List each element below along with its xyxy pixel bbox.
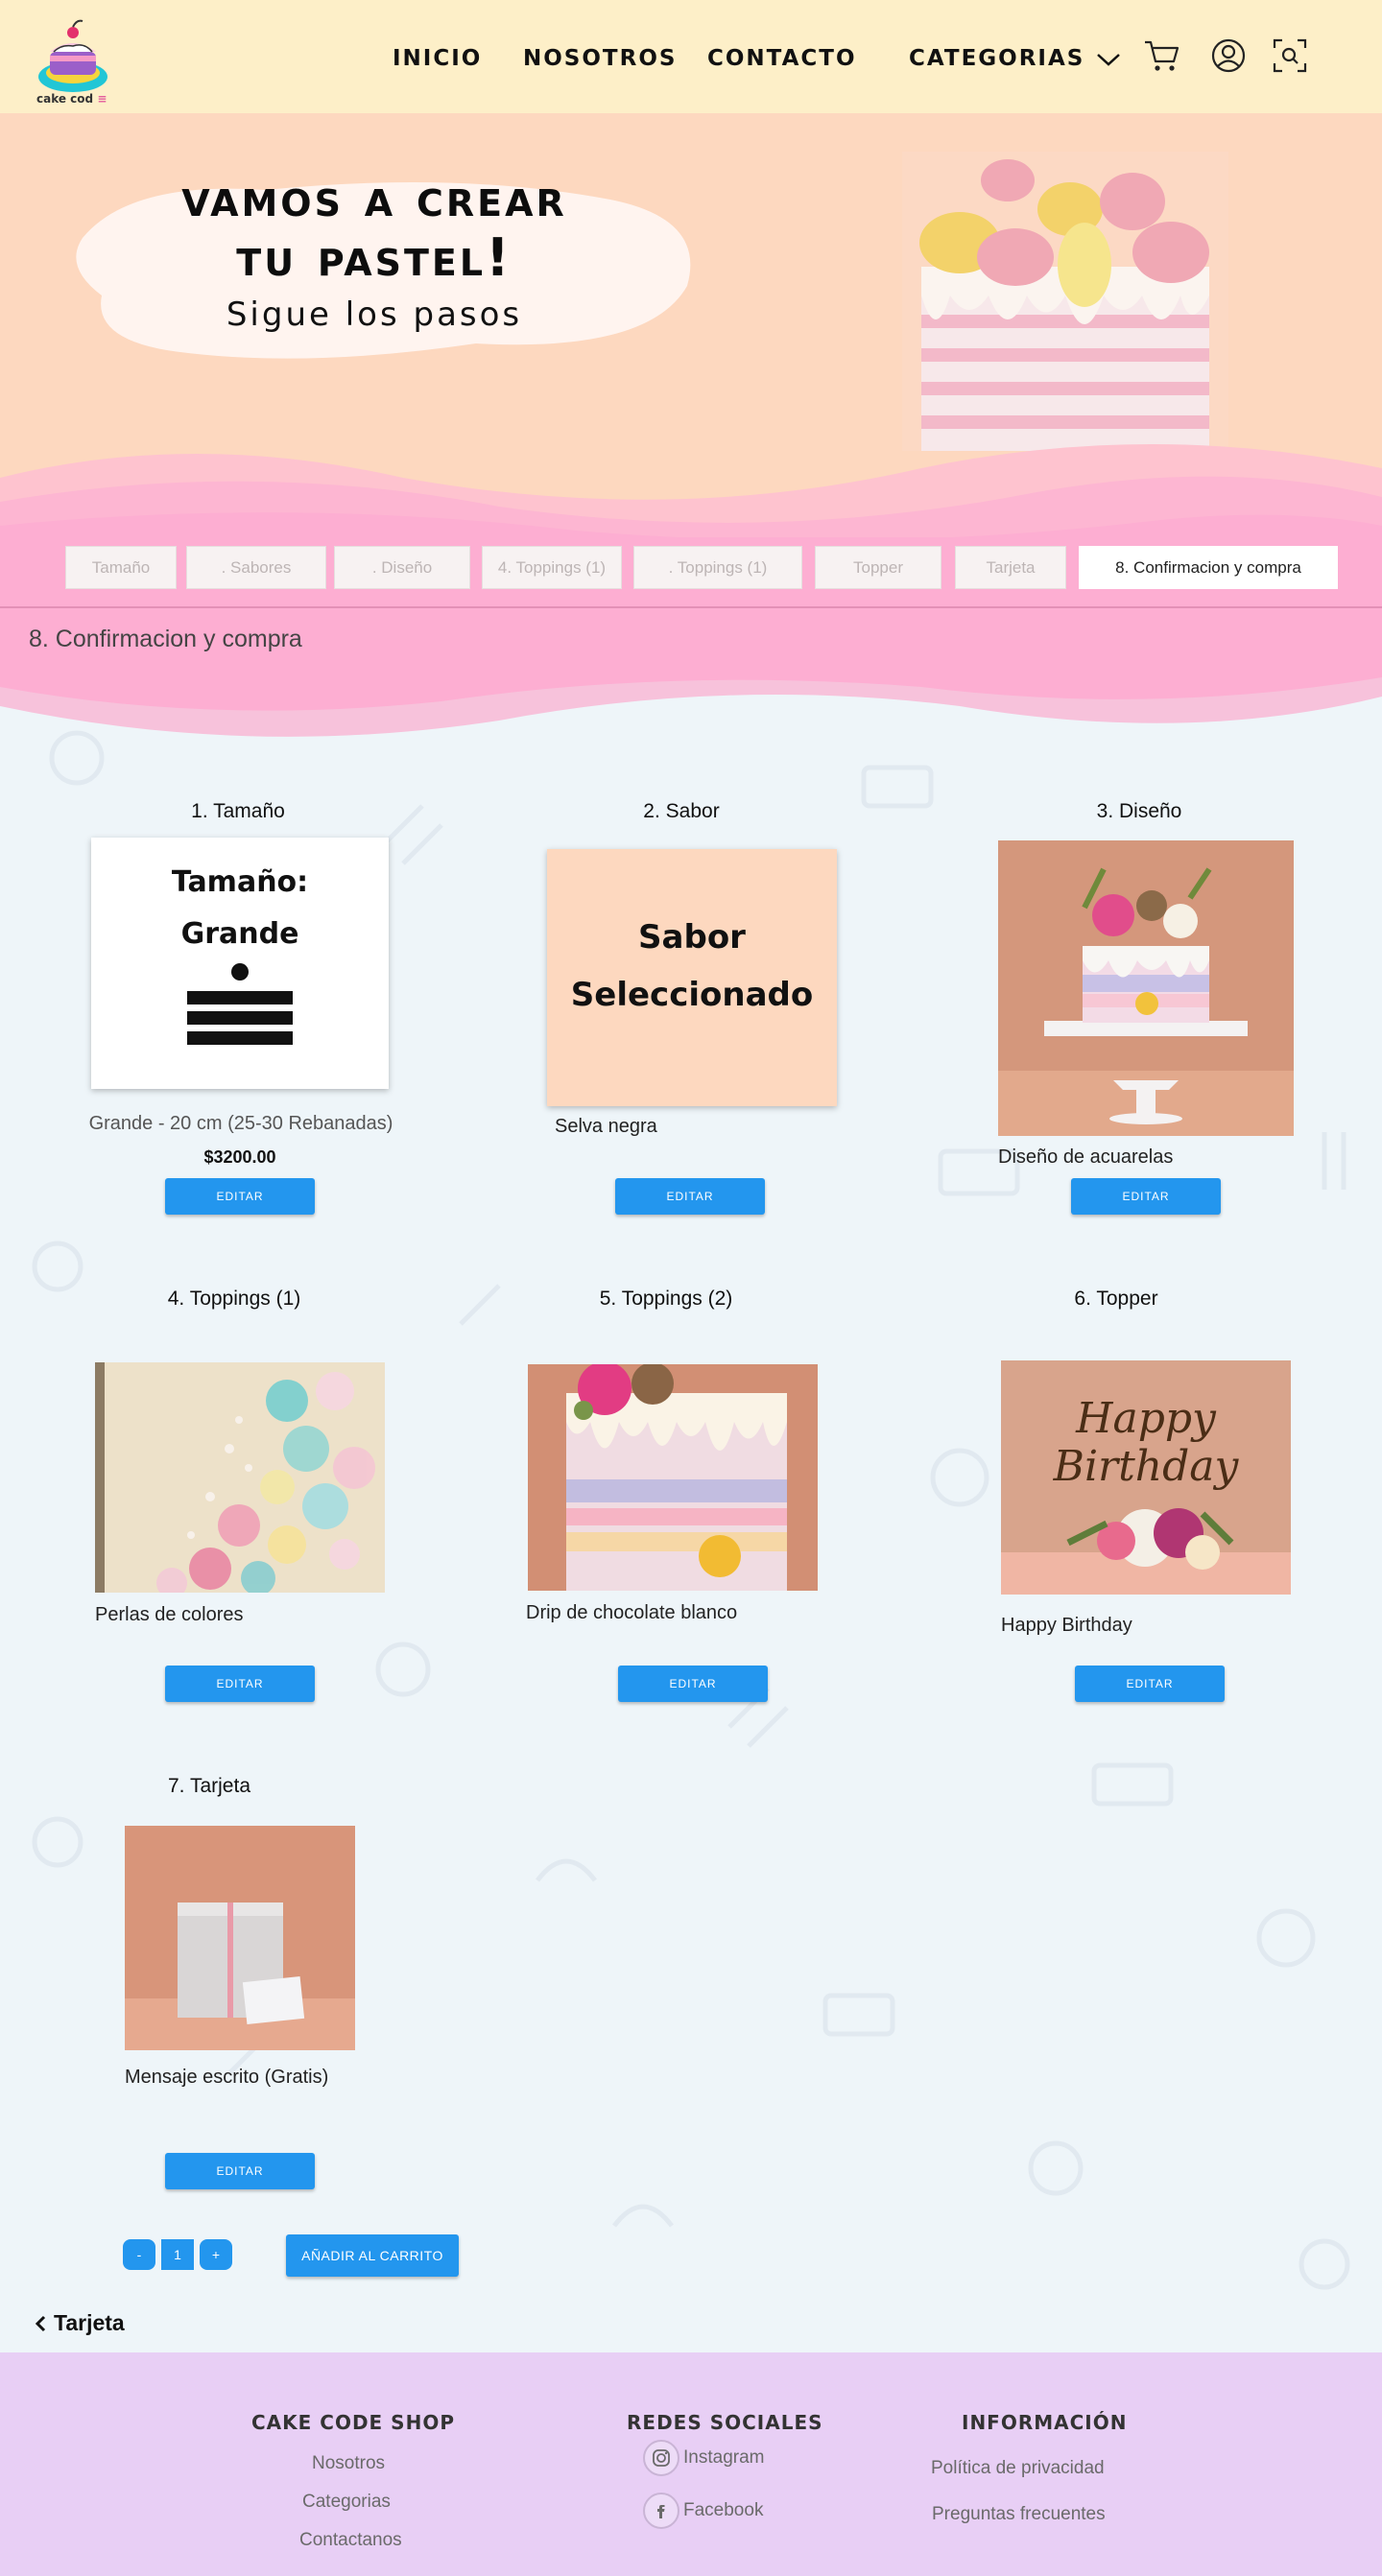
summary-title-toppings-2: 5. Toppings (2) bbox=[599, 1288, 733, 1310]
footer-heading-shop: CAKE CODE SHOP bbox=[251, 2411, 455, 2434]
topper-line1: Happy bbox=[1076, 1394, 1216, 1443]
tab-confirmacion[interactable]: 8. Confirmacion y compra bbox=[1079, 546, 1338, 589]
nav-contacto[interactable]: CONTACTO bbox=[707, 46, 857, 71]
size-caption: Grande - 20 cm (25-30 Rebanadas) bbox=[88, 1113, 393, 1134]
summary-title-diseno: 3. Diseño bbox=[1096, 800, 1182, 822]
flavor-card-image: Sabor Seleccionado bbox=[547, 849, 837, 1106]
footer-link-contactanos[interactable]: Contactanos bbox=[299, 2530, 402, 2551]
hero-banner: Vamos a crear tu pastel! Sigue los pasos bbox=[0, 113, 1382, 555]
footer-link-categorias[interactable]: Categorias bbox=[302, 2492, 391, 2513]
topper-line2: Birthday bbox=[1053, 1442, 1239, 1491]
flavor-card-value: Seleccionado bbox=[570, 976, 814, 1014]
footer-link-facebook[interactable]: Facebook bbox=[643, 2493, 763, 2529]
edit-tamano-button[interactable]: EDITAR bbox=[165, 1178, 315, 1215]
flavor-caption: Selva negra bbox=[555, 1116, 657, 1137]
tab-topper[interactable]: Topper bbox=[815, 546, 941, 589]
summary-title-tarjeta: 7. Tarjeta bbox=[168, 1775, 250, 1797]
scan-icon[interactable] bbox=[1271, 36, 1309, 75]
back-link-label: Tarjeta bbox=[54, 2310, 125, 2335]
hero-title: Vamos a crear tu pastel! bbox=[86, 169, 662, 288]
footer-heading-info: INFORMACIÓN bbox=[962, 2411, 1128, 2434]
current-step-title: 8. Confirmacion y compra bbox=[29, 626, 302, 652]
facebook-icon bbox=[643, 2493, 679, 2529]
happy-birthday-topper-image: Happy Birthday bbox=[1001, 1360, 1291, 1595]
footer-link-faq[interactable]: Preguntas frecuentes bbox=[932, 2504, 1106, 2525]
nav-nosotros[interactable]: NOSOTROS bbox=[523, 46, 677, 71]
flavor-card-label: Sabor bbox=[638, 918, 746, 957]
tab-toppings-1[interactable]: 4. Toppings (1) bbox=[482, 546, 622, 589]
quantity-decrease-button[interactable]: - bbox=[123, 2239, 155, 2270]
top-navbar: cake cod ≡ INICIO NOSOTROS CONTACTO CATE… bbox=[0, 0, 1382, 113]
size-card-image: Tamaño: Grande bbox=[91, 838, 389, 1089]
edit-topper-button[interactable]: EDITAR bbox=[1075, 1666, 1225, 1702]
hero-wave-decoration bbox=[0, 444, 1382, 555]
tab-sabores[interactable]: . Sabores bbox=[186, 546, 326, 589]
site-footer: CAKE CODE SHOP Nosotros Categorias Conta… bbox=[0, 2352, 1382, 2576]
tab-diseno[interactable]: . Diseño bbox=[334, 546, 470, 589]
current-step-bar: 8. Confirmacion y compra bbox=[0, 606, 1382, 670]
topper-lettering: Happy Birthday bbox=[1001, 1395, 1291, 1491]
quantity-value[interactable]: 1 bbox=[161, 2239, 194, 2270]
edit-sabor-button[interactable]: EDITAR bbox=[615, 1178, 765, 1215]
cake-layers-icon bbox=[187, 963, 293, 1045]
summary-title-topper: 6. Topper bbox=[1074, 1288, 1158, 1310]
topper-caption: Happy Birthday bbox=[1001, 1615, 1132, 1636]
summary-title-toppings-1: 4. Toppings (1) bbox=[167, 1288, 301, 1310]
edit-tarjeta-button[interactable]: EDITAR bbox=[165, 2153, 315, 2189]
toppings-2-caption: Drip de chocolate blanco bbox=[526, 1602, 738, 1623]
macaron-cake-image bbox=[902, 152, 1228, 451]
footer-link-instagram[interactable]: Instagram bbox=[643, 2440, 764, 2476]
watercolor-cake-image bbox=[998, 840, 1294, 1136]
quantity-increase-button[interactable]: + bbox=[200, 2239, 232, 2270]
instagram-label: Instagram bbox=[683, 2447, 765, 2468]
size-card-label: Tamaño: bbox=[171, 865, 309, 899]
hero-subtitle: Sigue los pasos bbox=[226, 295, 523, 334]
card-caption: Mensaje escrito (Gratis) bbox=[125, 2067, 329, 2088]
nav-categorias-label: CATEGORIAS bbox=[909, 46, 1085, 71]
cart-icon[interactable] bbox=[1142, 36, 1180, 75]
edit-diseno-button[interactable]: EDITAR bbox=[1071, 1178, 1221, 1215]
facebook-label: Facebook bbox=[683, 2500, 764, 2520]
tab-toppings-2[interactable]: . Toppings (1) bbox=[633, 546, 802, 589]
gift-card-box-image bbox=[125, 1826, 355, 2050]
instagram-icon bbox=[643, 2440, 679, 2476]
tab-tamano[interactable]: Tamaño bbox=[65, 546, 177, 589]
hero-title-line1: Vamos a crear bbox=[181, 168, 567, 228]
footer-heading-social: REDES SOCIALES bbox=[627, 2411, 823, 2434]
edit-toppings-1-button[interactable]: EDITAR bbox=[165, 1666, 315, 1702]
chevron-left-icon bbox=[35, 2315, 46, 2331]
back-to-tarjeta-link[interactable]: Tarjeta bbox=[35, 2310, 125, 2336]
summary-title-tamano: 1. Tamaño bbox=[191, 800, 285, 822]
size-card-value: Grande bbox=[180, 917, 299, 951]
chevron-down-icon bbox=[1097, 53, 1121, 66]
footer-link-nosotros[interactable]: Nosotros bbox=[312, 2453, 385, 2474]
hero-title-line2: tu pastel! bbox=[236, 227, 512, 288]
nav-categorias[interactable]: CATEGORIAS bbox=[909, 46, 1121, 71]
summary-title-sabor: 2. Sabor bbox=[643, 800, 720, 822]
tab-tarjeta[interactable]: Tarjeta bbox=[955, 546, 1066, 589]
white-chocolate-drip-image bbox=[528, 1364, 818, 1591]
edit-toppings-2-button[interactable]: EDITAR bbox=[618, 1666, 768, 1702]
toppings-1-caption: Perlas de colores bbox=[95, 1604, 244, 1625]
nav-inicio[interactable]: INICIO bbox=[393, 46, 482, 71]
design-caption: Diseño de acuarelas bbox=[998, 1146, 1174, 1168]
footer-link-privacidad[interactable]: Política de privacidad bbox=[931, 2458, 1105, 2479]
add-to-cart-button[interactable]: AÑADIR AL CARRITO bbox=[286, 2234, 459, 2277]
user-icon[interactable] bbox=[1209, 36, 1248, 75]
colored-pearls-image bbox=[95, 1362, 385, 1593]
size-price: $3200.00 bbox=[203, 1147, 276, 1167]
logo-text: cake cod ≡ bbox=[36, 92, 107, 106]
